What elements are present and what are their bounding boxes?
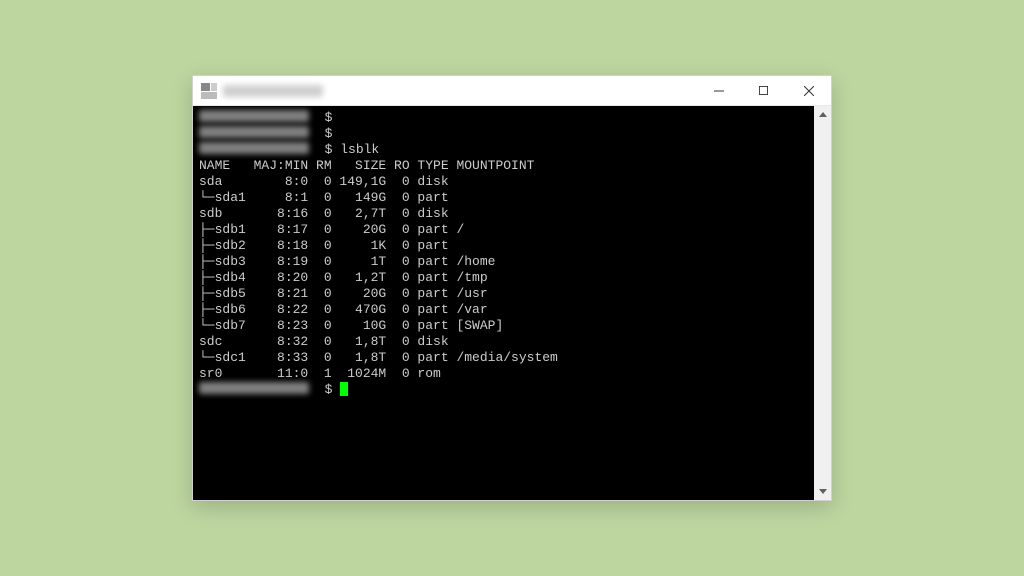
lsblk-row: ├─sdb3 8:19 0 1T 0 part /home	[199, 254, 808, 270]
window-controls	[696, 76, 831, 105]
lsblk-row: ├─sdb2 8:18 0 1K 0 part	[199, 238, 808, 254]
window-title	[223, 85, 323, 97]
lsblk-row: ├─sdb1 8:17 0 20G 0 part /	[199, 222, 808, 238]
terminal-window: $ $ $ lsblkNAME MAJ:MIN RM SIZE RO TYPE …	[192, 75, 832, 501]
scroll-down-arrow[interactable]	[814, 483, 831, 500]
lsblk-row: sdb 8:16 0 2,7T 0 disk	[199, 206, 808, 222]
window-titlebar[interactable]	[193, 76, 831, 106]
terminal-area: $ $ $ lsblkNAME MAJ:MIN RM SIZE RO TYPE …	[193, 106, 831, 500]
lsblk-row: ├─sdb6 8:22 0 470G 0 part /var	[199, 302, 808, 318]
lsblk-row: sr0 11:0 1 1024M 0 rom	[199, 366, 808, 382]
scrollbar[interactable]	[814, 106, 831, 500]
lsblk-row: ├─sdb4 8:20 0 1,2T 0 part /tmp	[199, 270, 808, 286]
cursor	[340, 382, 348, 396]
maximize-button[interactable]	[741, 76, 786, 105]
lsblk-row: └─sdb7 8:23 0 10G 0 part [SWAP]	[199, 318, 808, 334]
prompt-hostname	[199, 110, 309, 122]
prompt-hostname	[199, 382, 309, 394]
lsblk-header: NAME MAJ:MIN RM SIZE RO TYPE MOUNTPOINT	[199, 158, 808, 174]
command-text: lsblk	[340, 142, 379, 158]
titlebar-left	[193, 83, 323, 99]
lsblk-row: ├─sdb5 8:21 0 20G 0 part /usr	[199, 286, 808, 302]
scroll-up-arrow[interactable]	[814, 106, 831, 123]
minimize-button[interactable]	[696, 76, 741, 105]
lsblk-row: └─sda1 8:1 0 149G 0 part	[199, 190, 808, 206]
terminal-output[interactable]: $ $ $ lsblkNAME MAJ:MIN RM SIZE RO TYPE …	[193, 106, 814, 500]
lsblk-row: sda 8:0 0 149,1G 0 disk	[199, 174, 808, 190]
prompt-hostname	[199, 142, 309, 154]
lsblk-row: └─sdc1 8:33 0 1,8T 0 part /media/system	[199, 350, 808, 366]
app-icon	[201, 83, 217, 99]
lsblk-row: sdc 8:32 0 1,8T 0 disk	[199, 334, 808, 350]
close-button[interactable]	[786, 76, 831, 105]
prompt-hostname	[199, 126, 309, 138]
